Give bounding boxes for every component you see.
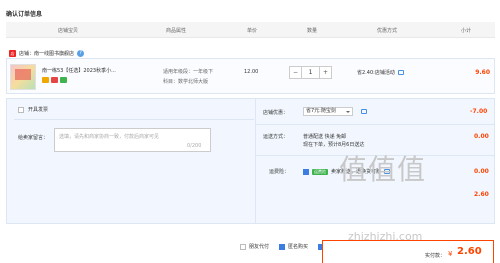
insurance-label: 运费险： [269, 169, 290, 175]
product-thumbnail[interactable] [10, 64, 36, 90]
table-header: 店铺宝贝 商品属性 单价 数量 优惠方式 小计 [6, 22, 495, 38]
chat-icon[interactable] [361, 109, 367, 114]
friend-pay-option[interactable]: 朋友代付 [240, 243, 269, 250]
shipping-info: 普通配送 快递 免邮 现在下单，预计8月6日送达 [303, 133, 364, 149]
divider [14, 119, 254, 120]
badge-icon [51, 77, 58, 83]
shipping-method: 普通配送 快递 免邮 [303, 134, 347, 140]
message-placeholder: 选填，请先和商家协商一致，付款后商家可见 [59, 134, 160, 140]
order-item [6, 58, 495, 94]
invoice-option[interactable]: 开具发票 [18, 106, 48, 113]
invoice-label: 开具发票 [28, 107, 49, 113]
item-subtotal: 9.60 [475, 69, 490, 76]
divider [255, 98, 256, 224]
promo-text: 省2.40:店铺活动 [357, 70, 395, 76]
qty-minus-button[interactable]: − [289, 66, 302, 79]
shop-discount-label: 店铺优惠： [263, 110, 289, 116]
watermark-logo: 值值值 [339, 153, 427, 186]
total-label: 实付款： [425, 253, 446, 259]
watermark-url: zhizhizhi.com [348, 230, 423, 243]
header-price: 单价 [247, 28, 258, 34]
message-label: 给卖家留言： [18, 135, 49, 141]
store-name[interactable]: 南一线图书旗舰店 [34, 50, 74, 57]
invoice-checkbox[interactable] [18, 106, 24, 113]
anonymous-buy-label: 匿名购买 [288, 244, 309, 250]
message-char-count: 0/200 [187, 143, 202, 149]
friend-pay-label: 朋友代付 [249, 244, 270, 250]
insurance-checkbox[interactable] [303, 168, 309, 175]
total-value: 2.60 [457, 246, 482, 257]
anonymous-buy-option[interactable]: 匿名购买 [279, 243, 308, 250]
total-currency: ¥ [448, 250, 453, 258]
shipping-value: 0.00 [474, 133, 489, 140]
product-badges [42, 77, 67, 83]
page-title: 确认订单信息 [6, 11, 43, 18]
product-name[interactable]: 南一练53【任选】2023秋季小... [42, 67, 137, 75]
store-subtotal-value: 2.60 [474, 191, 489, 198]
unit-price: 12.00 [244, 69, 259, 75]
shop-discount-value: -7.00 [470, 108, 488, 115]
wangwang-icon[interactable]: ? [77, 50, 85, 57]
bottom-options: 朋友代付 匿名购买 [240, 243, 325, 250]
store-icon: 店 [9, 50, 16, 57]
attr-grade: 适用年级段：一年级下 [163, 69, 214, 75]
store-row: 店 店铺： 南一线图书旗舰店 ? [9, 50, 85, 57]
product-attributes: 适用年级段：一年级下 科目：数学北师大版 [163, 67, 213, 87]
store-prefix: 店铺： [19, 51, 35, 57]
friend-pay-checkbox[interactable] [240, 243, 246, 250]
divider [256, 124, 495, 125]
promo-info: 省2.40:店铺活动 [357, 69, 404, 76]
header-attr: 商品属性 [166, 28, 187, 34]
insurance-value: 0.00 [474, 168, 489, 175]
attr-subject: 科目：数学北师大版 [163, 79, 209, 85]
quantity-stepper: − 1 + [289, 66, 332, 79]
shop-discount-select[interactable]: 省7元:随宝剑 [303, 107, 353, 116]
header-qty: 数量 [307, 28, 318, 34]
chat-icon[interactable] [397, 70, 404, 75]
header-promo: 优惠方式 [377, 28, 398, 34]
badge-icon [42, 77, 49, 83]
qty-input[interactable]: 1 [302, 66, 319, 79]
header-subtotal: 小计 [461, 28, 472, 34]
anonymous-buy-checkbox[interactable] [279, 243, 286, 250]
header-store: 店铺宝贝 [58, 28, 79, 34]
qty-plus-button[interactable]: + [319, 66, 332, 79]
insurance-badge: 运费险 [312, 168, 328, 175]
shipping-label: 运送方式： [263, 134, 289, 140]
badge-icon [60, 77, 67, 83]
